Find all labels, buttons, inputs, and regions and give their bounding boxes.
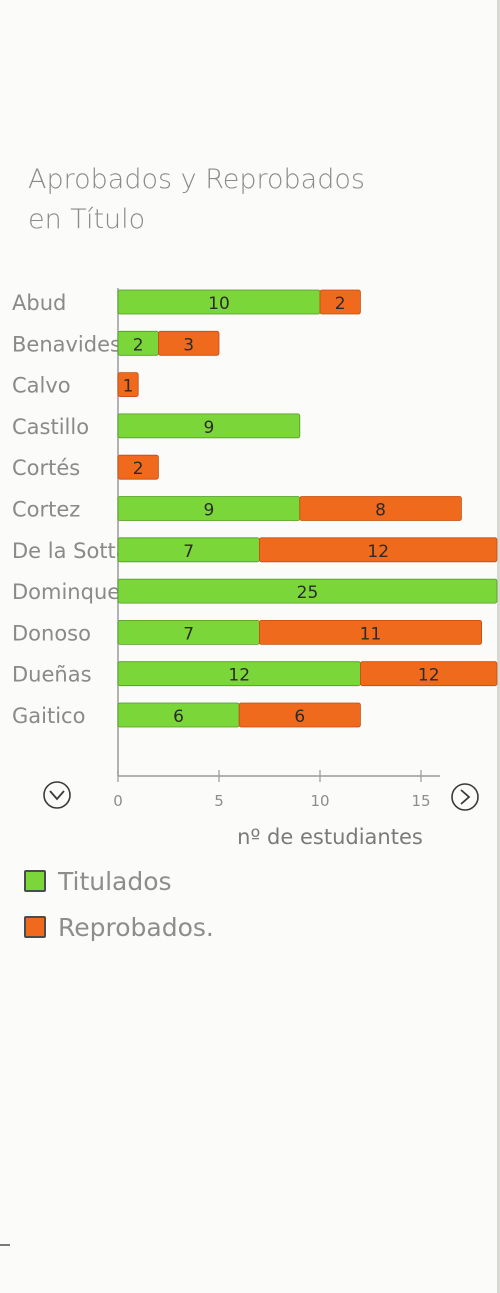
- x-tick-label: 15: [411, 792, 430, 810]
- x-tick-label: 5: [214, 792, 224, 810]
- bar-value-label: 12: [418, 666, 440, 686]
- legend-item-reprobados: Reprobados.: [24, 904, 214, 950]
- bar-value-label: 2: [133, 459, 144, 479]
- bar-value-label: 25: [297, 583, 319, 603]
- category-label: Castillo: [12, 415, 89, 439]
- bar-value-label: 9: [203, 418, 214, 438]
- category-label: Calvo: [12, 374, 71, 398]
- bar-value-label: 1: [123, 377, 134, 397]
- bar-value-label: 3: [183, 335, 194, 355]
- bar-value-label: 6: [173, 707, 184, 727]
- bar-value-label: 2: [133, 335, 144, 355]
- bar-value-label: 11: [360, 624, 382, 644]
- bar-value-label: 9: [203, 501, 214, 521]
- bar-value-label: 7: [183, 624, 194, 644]
- chevron-down-icon[interactable]: [43, 781, 71, 809]
- category-label: Dominques: [12, 580, 131, 604]
- x-tick-label: 0: [113, 792, 123, 810]
- category-label: Abud: [12, 291, 66, 315]
- category-label: Dueñas: [12, 663, 92, 687]
- bar-value-label: 7: [183, 542, 194, 562]
- x-axis-label: nº de estudiantes: [237, 825, 423, 849]
- category-label: Cortez: [12, 498, 80, 522]
- legend: Titulados Reprobados.: [24, 858, 214, 950]
- legend-swatch-titulados: [24, 870, 46, 892]
- bar-value-label: 2: [335, 294, 346, 314]
- category-label: De la Sotta: [12, 539, 129, 563]
- legend-item-titulados: Titulados: [24, 858, 214, 904]
- legend-swatch-reprobados: [24, 916, 46, 938]
- category-label: Donoso: [12, 621, 91, 645]
- chevron-right-icon[interactable]: [451, 783, 479, 811]
- category-label: Benavides: [12, 332, 121, 356]
- bar-chart: Abud 10 2 Benavides 2 3 Calvo 1 Castillo 9 Cortés 2…: [12, 288, 498, 849]
- legend-label-reprobados: Reprobados.: [58, 912, 214, 942]
- corner-mark: [0, 1244, 10, 1246]
- bar-value-label: 10: [208, 294, 230, 314]
- category-label: Cortés: [12, 456, 80, 480]
- x-tick-label: 10: [310, 792, 329, 810]
- bar-value-label: 8: [375, 501, 386, 521]
- bar-value-label: 12: [228, 666, 250, 686]
- bar-value-label: 12: [367, 542, 389, 562]
- bar-value-label: 6: [294, 707, 305, 727]
- category-label: Gaitico: [12, 704, 85, 728]
- legend-label-titulados: Titulados: [58, 866, 172, 896]
